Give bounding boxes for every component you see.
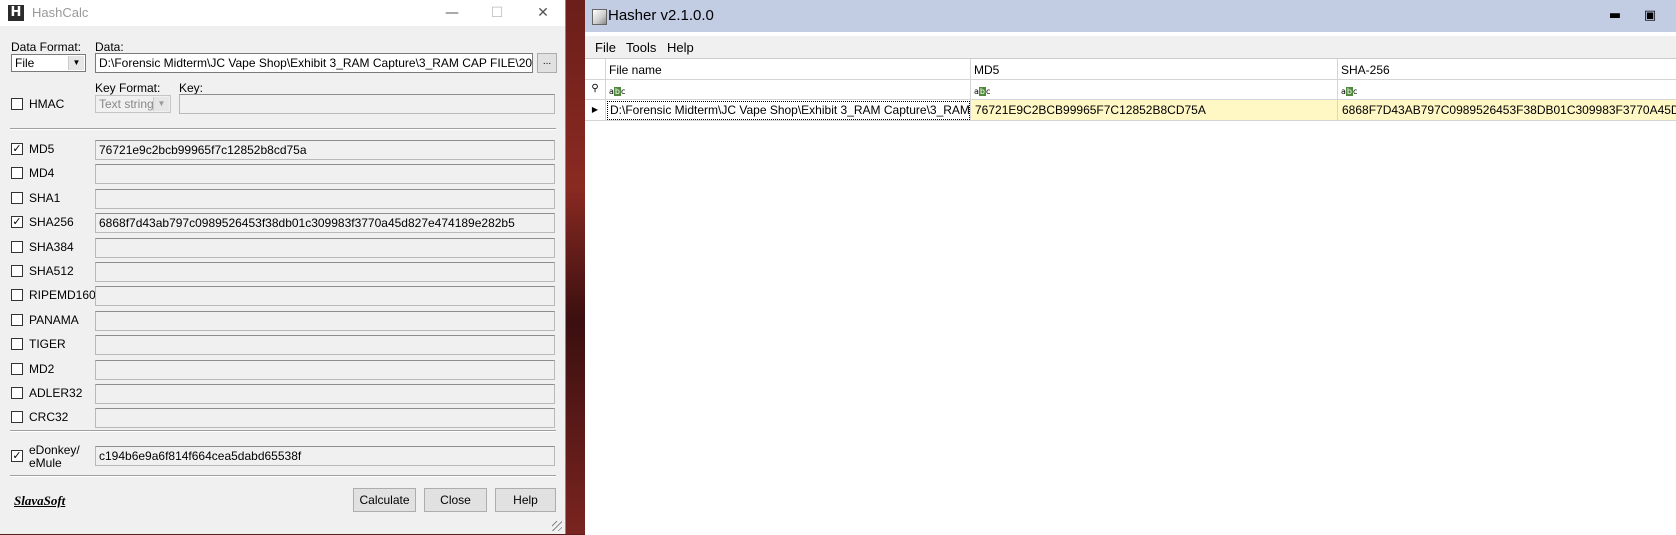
column-header-sha256[interactable]: SHA-256 xyxy=(1338,59,1676,80)
checkbox-ripemd160[interactable] xyxy=(11,289,23,301)
row-indicator-icon[interactable]: ▶ xyxy=(585,100,606,121)
divider xyxy=(10,475,556,477)
header-corner xyxy=(585,59,606,80)
hash-result-tiger[interactable] xyxy=(95,335,555,355)
hash-label-panama: PANAMA xyxy=(29,313,79,327)
hmac-checkbox[interactable] xyxy=(11,98,23,110)
cell-md5[interactable]: 76721E9C2BCB99965F7C12852B8CD75A xyxy=(971,100,1338,121)
hash-result-sha512[interactable] xyxy=(95,262,555,282)
key-label: Key: xyxy=(179,81,204,95)
checkbox-sha512[interactable] xyxy=(11,265,23,277)
checkbox-sha384[interactable] xyxy=(11,241,23,253)
resize-grip[interactable] xyxy=(552,521,562,531)
hash-label-ripemd160: RIPEMD160 xyxy=(29,288,96,302)
edonkey-result[interactable]: c194b6e9a6f814f664cea5dabd65538f xyxy=(95,446,555,466)
hasher-titlebar[interactable]: Hasher v2.1.0.0 ▬ ▣ xyxy=(585,0,1676,32)
close-icon[interactable]: ✕ xyxy=(528,2,558,24)
cell-filename[interactable]: D:\Forensic Midterm\JC Vape Shop\Exhibit… xyxy=(606,100,971,121)
hash-result-crc32[interactable] xyxy=(95,408,555,428)
checkbox-adler32[interactable] xyxy=(11,387,23,399)
hash-label-tiger: TIGER xyxy=(29,337,66,351)
hash-label-sha256: SHA256 xyxy=(29,215,74,229)
hash-label-crc32: CRC32 xyxy=(29,410,69,424)
hashcalc-titlebar[interactable]: H HashCalc — ☐ ✕ xyxy=(0,0,565,26)
key-format-select: Text string ▼ xyxy=(95,95,171,113)
key-input xyxy=(179,94,555,114)
checkbox-tiger[interactable] xyxy=(11,338,23,350)
hash-label-md4: MD4 xyxy=(29,166,55,180)
hash-label-sha384: SHA384 xyxy=(29,240,74,254)
maximize-icon: ☐ xyxy=(490,5,504,21)
browse-button[interactable]: ... xyxy=(537,53,557,73)
edonkey-label-line1: eDonkey/ xyxy=(29,443,80,457)
hashcalc-window: H HashCalc — ☐ ✕ Data Format: File ▼ Dat… xyxy=(0,0,566,534)
hash-result-adler32[interactable] xyxy=(95,384,555,404)
hasher-title: Hasher v2.1.0.0 xyxy=(608,7,714,24)
column-header-filename[interactable]: File name xyxy=(606,59,971,80)
divider xyxy=(10,128,556,130)
hashcalc-app-icon: H xyxy=(8,5,24,21)
data-format-label: Data Format: xyxy=(11,40,82,54)
hasher-window: Hasher v2.1.0.0 ▬ ▣ File Tools Help File… xyxy=(585,0,1676,535)
checkbox-crc32[interactable] xyxy=(11,411,23,423)
hash-label-md2: MD2 xyxy=(29,362,55,376)
data-format-value: File xyxy=(15,56,35,70)
key-format-label: Key Format: xyxy=(95,81,161,95)
cell-sha256[interactable]: 6868F7D43AB797C0989526453F38DB01C309983F… xyxy=(1338,100,1676,121)
filter-cell-filename[interactable]: abc xyxy=(606,80,971,100)
data-label: Data: xyxy=(95,40,124,54)
hash-label-sha512: SHA512 xyxy=(29,264,74,278)
desktop-background xyxy=(565,0,585,534)
hash-grid: File name MD5 SHA-256 ⚲ abc abc abc ▶ D:… xyxy=(585,58,1676,535)
data-input[interactable]: D:\Forensic Midterm\JC Vape Shop\Exhibit… xyxy=(95,53,533,73)
hash-result-sha384[interactable] xyxy=(95,238,555,258)
minimize-icon[interactable]: — xyxy=(437,2,467,24)
filter-cell-md5[interactable]: abc xyxy=(971,80,1338,100)
menu-file[interactable]: File xyxy=(595,40,616,55)
checkbox-md4[interactable] xyxy=(11,167,23,179)
text-filter-icon: abc xyxy=(974,87,991,96)
checkbox-md5[interactable]: ✓ xyxy=(11,143,23,155)
calculate-button[interactable]: Calculate xyxy=(353,488,416,512)
text-filter-icon: abc xyxy=(609,87,626,96)
column-header-md5[interactable]: MD5 xyxy=(971,59,1338,80)
divider xyxy=(10,430,556,432)
hmac-label: HMAC xyxy=(29,97,65,111)
menu-tools[interactable]: Tools xyxy=(626,40,656,55)
text-filter-icon: abc xyxy=(1341,87,1358,96)
hash-label-md5: MD5 xyxy=(29,142,55,156)
edonkey-label-line2: eMule xyxy=(29,456,62,470)
hash-result-md2[interactable] xyxy=(95,360,555,380)
hash-result-sha1[interactable] xyxy=(95,189,555,209)
slavasoft-logo[interactable]: SlavaSoft xyxy=(14,493,65,509)
checkbox-sha1[interactable] xyxy=(11,192,23,204)
hashcalc-title: HashCalc xyxy=(32,5,89,20)
checkbox-sha256[interactable]: ✓ xyxy=(11,216,23,228)
chevron-down-icon: ▼ xyxy=(153,97,169,111)
checkbox-md2[interactable] xyxy=(11,363,23,375)
hash-label-adler32: ADLER32 xyxy=(29,386,83,400)
key-format-value: Text string xyxy=(99,97,154,111)
close-button[interactable]: Close xyxy=(424,488,487,512)
checkbox-panama[interactable] xyxy=(11,314,23,326)
filter-cell-sha256[interactable]: abc xyxy=(1338,80,1676,100)
hasher-app-icon xyxy=(592,9,607,25)
edonkey-checkbox[interactable]: ✓ xyxy=(11,450,23,462)
menu-bar: File Tools Help xyxy=(585,36,1676,58)
hash-result-panama[interactable] xyxy=(95,311,555,331)
data-format-select[interactable]: File ▼ xyxy=(11,54,86,72)
maximize-icon[interactable]: ▣ xyxy=(1635,6,1665,26)
hash-result-sha256[interactable]: 6868f7d43ab797c0989526453f38db01c309983f… xyxy=(95,213,555,233)
chevron-down-icon: ▼ xyxy=(68,56,84,70)
hash-result-md5[interactable]: 76721e9c2bcb99965f7c12852b8cd75a xyxy=(95,140,555,160)
help-button[interactable]: Help xyxy=(495,488,556,512)
hash-label-sha1: SHA1 xyxy=(29,191,61,205)
filter-pin-icon: ⚲ xyxy=(585,80,606,100)
hash-result-md4[interactable] xyxy=(95,164,555,184)
hash-result-ripemd160[interactable] xyxy=(95,286,555,306)
menu-help[interactable]: Help xyxy=(667,40,694,55)
minimize-icon[interactable]: ▬ xyxy=(1600,6,1630,26)
